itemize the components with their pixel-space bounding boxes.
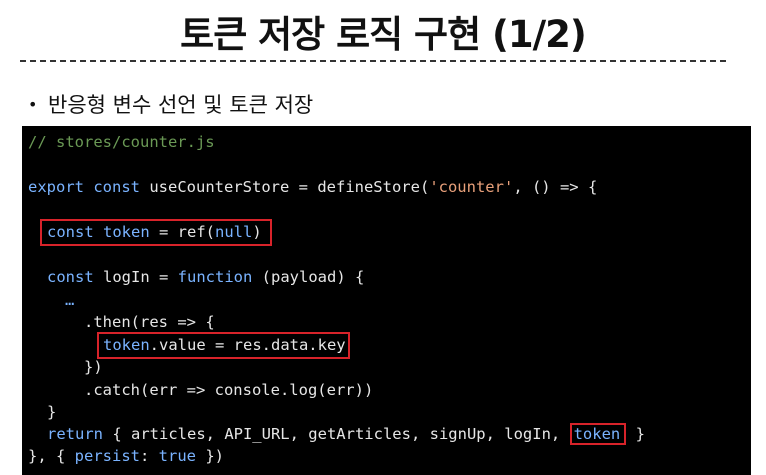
code-text: { articles, API_URL, getArticles, signUp… — [103, 425, 570, 443]
string-literal: 'counter' — [429, 178, 514, 196]
bullet-item: • 반응형 변수 선언 및 토큰 저장 — [28, 89, 313, 119]
code-line-comment: // stores/counter.js — [28, 132, 215, 152]
code-line-assign: token.value = res.data.key — [103, 335, 346, 355]
code-text: = ref( — [149, 223, 215, 241]
code-line-close-fn: } — [47, 403, 57, 421]
code-line-token: const token = ref(null) — [47, 222, 262, 242]
code-ellipsis: … — [65, 291, 75, 309]
code-text: .value = res.data.key — [149, 336, 346, 354]
code-text: ) — [252, 223, 262, 241]
code-line-then: .then(res => { — [84, 313, 215, 331]
keyword-export: export — [28, 178, 84, 196]
token-identifier: token — [103, 336, 150, 354]
highlight-box-token-return: token — [569, 423, 627, 445]
keyword-const: const — [47, 268, 94, 286]
code-line-export: export const useCounterStore = defineSto… — [28, 177, 597, 197]
null-literal: null — [215, 223, 253, 241]
keyword-const: const — [47, 223, 94, 241]
code-block: // stores/counter.js export const useCou… — [22, 126, 751, 475]
code-line-close-then: }) — [84, 358, 103, 376]
code-comment: // stores/counter.js — [28, 133, 215, 151]
code-text: : — [140, 447, 159, 465]
bullet-text: 반응형 변수 선언 및 토큰 저장 — [48, 93, 314, 117]
slide-title: 토큰 저장 로직 구현 (1/2) — [180, 13, 587, 56]
keyword-const: const — [93, 178, 141, 196]
code-text: } — [626, 425, 645, 443]
key-persist: persist — [74, 447, 140, 465]
code-text: , () => { — [513, 178, 598, 196]
code-text: useCounterStore = defineStore( — [140, 178, 430, 196]
keyword-function: function — [177, 268, 253, 286]
code-line-return: return { articles, API_URL, getArticles,… — [47, 423, 645, 445]
code-text: (payload) { — [252, 268, 365, 286]
code-text: logIn = — [93, 268, 178, 286]
code-line-catch: .catch(err => console.log(err)) — [84, 381, 374, 399]
dashed-divider — [20, 60, 726, 62]
boolean-literal: true — [158, 447, 196, 465]
keyword-return: return — [47, 425, 103, 443]
code-text: }) — [196, 447, 224, 465]
token-identifier: token — [93, 223, 150, 241]
bullet-marker: • — [28, 95, 38, 114]
code-line-login: const logIn = function (payload) { — [47, 267, 364, 287]
code-line-final: }, { persist: true }) — [28, 446, 224, 466]
code-text: }, { — [28, 447, 75, 465]
